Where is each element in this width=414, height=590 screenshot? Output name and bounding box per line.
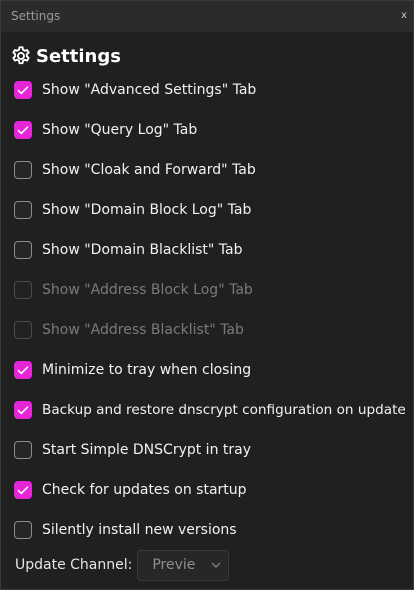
settings-window: Settings x Settings Show "Advanced Setti… [0, 0, 414, 590]
option-start-in-tray[interactable]: Start Simple DNSCrypt in tray [14, 439, 251, 461]
option-cloak-forward-tab[interactable]: Show "Cloak and Forward" Tab [14, 159, 256, 181]
settings-header: Settings [10, 44, 121, 68]
chevron-down-icon [211, 562, 221, 568]
gear-icon [10, 45, 32, 67]
title-bar: Settings x [1, 1, 413, 32]
query-log-tab-checkbox[interactable] [14, 121, 32, 139]
minimize-to-tray-checkbox[interactable] [14, 361, 32, 379]
cloak-forward-tab-checkbox[interactable] [14, 161, 32, 179]
option-label: Check for updates on startup [42, 482, 247, 498]
update-channel-select[interactable]: Previe [137, 549, 230, 581]
update-channel-row: Update Channel: Previe [15, 549, 230, 581]
option-label: Minimize to tray when closing [42, 362, 252, 378]
option-label: Show "Domain Block Log" Tab [42, 202, 252, 218]
domain-block-log-tab-checkbox[interactable] [14, 201, 32, 219]
silent-install-checkbox[interactable] [14, 521, 32, 539]
option-label: Silently install new versions [42, 522, 237, 538]
option-label: Start Simple DNSCrypt in tray [42, 442, 252, 458]
address-blacklist-tab-checkbox [14, 321, 32, 339]
start-in-tray-checkbox[interactable] [14, 441, 32, 459]
close-button[interactable]: x [401, 10, 407, 21]
backup-restore-config-checkbox[interactable] [14, 401, 32, 419]
address-block-log-tab-checkbox [14, 281, 32, 299]
page-title: Settings [36, 45, 121, 67]
option-domain-blacklist-tab[interactable]: Show "Domain Blacklist" Tab [14, 239, 242, 261]
advanced-settings-tab-checkbox[interactable] [14, 81, 32, 99]
option-label: Show "Address Blacklist" Tab [42, 322, 244, 338]
update-channel-value: Previe [152, 557, 196, 573]
option-label: Show "Query Log" Tab [42, 122, 198, 138]
window-title: Settings [11, 9, 61, 23]
option-advanced-settings-tab[interactable]: Show "Advanced Settings" Tab [14, 79, 256, 101]
option-label: Backup and restore dnscrypt configuratio… [42, 402, 406, 418]
check-updates-checkbox[interactable] [14, 481, 32, 499]
option-query-log-tab[interactable]: Show "Query Log" Tab [14, 119, 197, 141]
option-label: Show "Advanced Settings" Tab [42, 82, 257, 98]
option-check-updates[interactable]: Check for updates on startup [14, 479, 247, 501]
option-minimize-to-tray[interactable]: Minimize to tray when closing [14, 359, 251, 381]
option-domain-block-log-tab[interactable]: Show "Domain Block Log" Tab [14, 199, 251, 221]
option-label: Show "Cloak and Forward" Tab [42, 162, 256, 178]
option-label: Show "Address Block Log" Tab [42, 282, 253, 298]
option-backup-restore-config[interactable]: Backup and restore dnscrypt configuratio… [14, 399, 406, 421]
option-address-blacklist-tab: Show "Address Blacklist" Tab [14, 319, 244, 341]
update-channel-label: Update Channel: [15, 557, 133, 573]
domain-blacklist-tab-checkbox[interactable] [14, 241, 32, 259]
option-silent-install[interactable]: Silently install new versions [14, 519, 237, 541]
option-label: Show "Domain Blacklist" Tab [42, 242, 243, 258]
option-address-block-log-tab: Show "Address Block Log" Tab [14, 279, 253, 301]
